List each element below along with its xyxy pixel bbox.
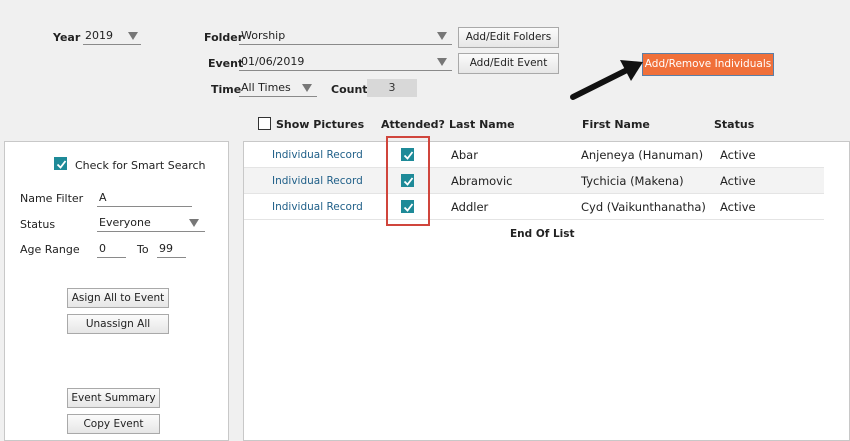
assign-all-button[interactable]: Asign All to Event — [67, 288, 169, 308]
end-of-list-label: End Of List — [510, 228, 575, 240]
individual-record-link[interactable]: Individual Record — [272, 201, 363, 213]
status-filter-label: Status — [20, 218, 56, 231]
time-label: Time — [211, 83, 242, 96]
folder-value: Worship — [241, 29, 286, 42]
name-filter-value: A — [99, 191, 107, 204]
time-dropdown-icon[interactable] — [302, 84, 312, 92]
copy-event-button[interactable]: Copy Event — [67, 414, 160, 434]
year-dropdown-icon[interactable] — [128, 32, 138, 40]
status-value: Everyone — [99, 216, 151, 229]
first-name-cell: Cyd (Vaikunthanatha) — [581, 200, 706, 214]
last-name-cell: Abar — [451, 148, 478, 162]
name-filter-label: Name Filter — [20, 192, 84, 205]
add-edit-event-button[interactable]: Add/Edit Event — [458, 53, 559, 74]
individual-record-link[interactable]: Individual Record — [272, 149, 363, 161]
event-label: Event — [208, 57, 244, 70]
show-pictures-label: Show Pictures — [276, 118, 365, 131]
first-name-cell: Tychicia (Makena) — [581, 174, 684, 188]
age-to-value: 99 — [159, 242, 173, 255]
last-name-cell: Abramovic — [451, 174, 513, 188]
check-icon — [56, 160, 67, 169]
age-from-value: 0 — [99, 242, 106, 255]
unassign-all-button[interactable]: Unassign All — [67, 314, 169, 334]
age-to-input[interactable]: 99 — [157, 241, 186, 258]
age-range-label: Age Range — [20, 243, 80, 256]
age-to-label: To — [137, 243, 149, 256]
status-cell: Active — [720, 148, 756, 162]
count-value: 3 — [367, 79, 417, 97]
folder-dropdown-icon[interactable] — [437, 32, 447, 40]
year-label: Year — [53, 31, 81, 44]
first-name-cell: Anjeneya (Hanuman) — [581, 148, 704, 162]
status-cell: Active — [720, 174, 756, 188]
event-value: 01/06/2019 — [241, 55, 305, 68]
event-dropdown-icon[interactable] — [437, 58, 447, 66]
first-name-column-header: First Name — [582, 118, 650, 131]
last-name-cell: Addler — [451, 200, 489, 214]
smart-search-label: Check for Smart Search — [75, 159, 206, 172]
folder-label: Folder — [204, 31, 244, 44]
individual-record-link[interactable]: Individual Record — [272, 175, 363, 187]
show-pictures-checkbox[interactable] — [258, 117, 271, 130]
name-filter-input[interactable]: A — [97, 190, 192, 207]
event-select[interactable]: 01/06/2019 — [239, 54, 452, 71]
annotation-arrow-icon — [570, 60, 643, 100]
status-dropdown-icon[interactable] — [189, 219, 199, 227]
table-row: Individual Record Abar Anjeneya (Hanuman… — [244, 142, 824, 168]
age-from-input[interactable]: 0 — [97, 241, 126, 258]
status-column-header: Status — [714, 118, 755, 131]
smart-search-checkbox[interactable] — [54, 157, 67, 170]
time-value: All Times — [241, 81, 291, 94]
table-row: Individual Record Addler Cyd (Vaikunthan… — [244, 194, 824, 220]
count-label: Count — [331, 83, 368, 96]
year-value: 2019 — [85, 29, 113, 42]
event-summary-button[interactable]: Event Summary — [67, 388, 160, 408]
add-edit-folders-button[interactable]: Add/Edit Folders — [458, 27, 559, 48]
attended-column-header: Attended? — [381, 118, 445, 131]
add-remove-individuals-button[interactable]: Add/Remove Individuals — [642, 53, 774, 76]
table-row: Individual Record Abramovic Tychicia (Ma… — [244, 168, 824, 194]
last-name-column-header: Last Name — [449, 118, 515, 131]
attended-highlight-box — [386, 136, 430, 226]
folder-select[interactable]: Worship — [239, 28, 452, 45]
status-cell: Active — [720, 200, 756, 214]
